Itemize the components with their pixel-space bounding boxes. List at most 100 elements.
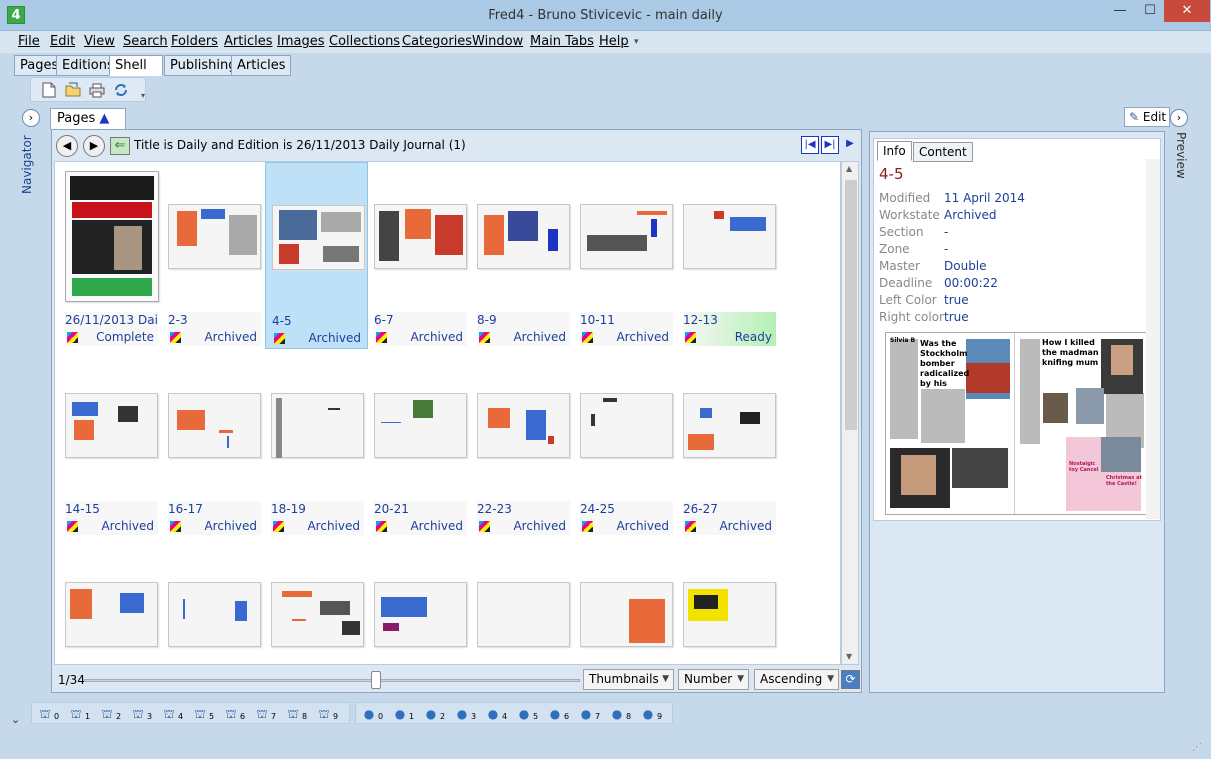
scrollbar-thumb[interactable] <box>845 180 857 430</box>
page-thumbnail[interactable] <box>271 582 364 647</box>
page-thumbnail[interactable] <box>272 205 365 270</box>
page-thumbnail[interactable] <box>168 204 261 269</box>
page-thumbnail[interactable] <box>374 393 467 458</box>
page-cell[interactable] <box>162 540 265 664</box>
page-cell[interactable]: 18-19 Archived <box>265 351 368 538</box>
zoom-slider-knob[interactable] <box>371 671 381 689</box>
scroll-down-icon[interactable]: ▼ <box>846 652 852 661</box>
page-cell[interactable]: 6-7 Archived <box>368 162 471 349</box>
menu-view[interactable]: View <box>84 34 115 49</box>
close-button[interactable]: ✕ <box>1164 0 1210 22</box>
sort-by-select[interactable]: Number ▼ <box>678 669 749 690</box>
pages-panel-tab[interactable]: Pages ▲ × <box>50 108 126 144</box>
menu-categories[interactable]: Categories <box>402 34 472 49</box>
globe-icon[interactable]: ● <box>610 707 624 721</box>
layout-shortcut-icon[interactable]: ⛫ <box>286 707 300 721</box>
page-cell[interactable]: 22-23 Archived <box>471 351 574 538</box>
page-cell[interactable]: 26/11/2013 Daily J Complete <box>59 162 162 349</box>
layout-shortcut-icon[interactable]: ⛫ <box>317 707 331 721</box>
tab-shell[interactable]: Shell × <box>109 55 163 91</box>
layout-shortcut-icon[interactable]: ⛫ <box>255 707 269 721</box>
page-thumbnail[interactable] <box>374 204 467 269</box>
menu-overflow-icon[interactable]: ▾ <box>634 37 639 47</box>
minimize-button[interactable]: — <box>1104 0 1136 22</box>
page-cell[interactable] <box>265 540 368 664</box>
layout-shortcut-icon[interactable]: ⛫ <box>100 707 114 721</box>
page-cell[interactable] <box>368 540 471 664</box>
menu-window[interactable]: Window <box>472 34 523 49</box>
menu-images[interactable]: Images <box>277 34 325 49</box>
navigator-label[interactable]: Navigator <box>20 135 42 195</box>
page-thumbnail[interactable] <box>683 393 776 458</box>
tab-articles[interactable]: Articles <box>231 55 292 76</box>
navigator-expand-button[interactable]: › <box>22 109 40 127</box>
page-cell[interactable]: 4-5 Archived <box>265 162 368 349</box>
globe-icon[interactable]: ● <box>579 707 593 721</box>
page-cell[interactable]: 8-9 Archived <box>471 162 574 349</box>
menu-articles[interactable]: Articles <box>224 34 272 49</box>
info-scrollbar[interactable] <box>1146 159 1160 519</box>
toolbar-overflow-icon[interactable]: ▾ <box>135 88 151 104</box>
layout-shortcut-icon[interactable]: ⛫ <box>131 707 145 721</box>
refresh-grid-button[interactable]: ⟳ <box>841 670 860 689</box>
menu-folders[interactable]: Folders <box>171 34 218 49</box>
resize-grip-icon[interactable]: ⋰ <box>1192 742 1202 753</box>
globe-icon[interactable]: ● <box>517 707 531 721</box>
view-mode-select[interactable]: Thumbnails ▼ <box>583 669 674 690</box>
page-cell[interactable]: 26-27 Archived <box>677 351 780 538</box>
preview-expand-button[interactable]: › <box>1170 109 1188 127</box>
page-cell[interactable] <box>59 540 162 664</box>
layout-shortcut-icon[interactable]: ⛫ <box>193 707 207 721</box>
page-cell[interactable]: 14-15 Archived <box>59 351 162 538</box>
vertical-scrollbar[interactable]: ▲ ▼ <box>841 161 859 665</box>
page-cell[interactable]: 2-3 Archived <box>162 162 265 349</box>
menu-main-tabs[interactable]: Main Tabs <box>530 34 594 49</box>
page-thumbnail[interactable] <box>477 204 570 269</box>
page-cell[interactable]: 24-25 Archived <box>574 351 677 538</box>
page-cell[interactable]: 12-13 Ready <box>677 162 780 349</box>
layout-shortcut-icon[interactable]: ⛫ <box>69 707 83 721</box>
page-thumbnail[interactable] <box>271 393 364 458</box>
edit-button[interactable]: ✎ Edit <box>1124 107 1170 127</box>
page-cell[interactable] <box>471 540 574 664</box>
back-button[interactable]: ◀ <box>56 135 78 157</box>
page-thumbnail[interactable] <box>580 582 673 647</box>
page-thumbnail[interactable] <box>477 582 570 647</box>
page-thumbnail[interactable] <box>65 393 158 458</box>
page-thumbnail[interactable] <box>65 171 159 302</box>
layout-shortcut-icon[interactable]: ⛫ <box>38 707 52 721</box>
globe-icon[interactable]: ● <box>393 707 407 721</box>
tab-content[interactable]: Content <box>913 142 973 162</box>
open-folder-icon[interactable] <box>65 82 81 98</box>
page-thumbnail[interactable] <box>477 393 570 458</box>
page-thumbnail[interactable] <box>168 582 261 647</box>
preview-label[interactable]: Preview <box>1170 132 1188 192</box>
page-thumbnail[interactable] <box>580 393 673 458</box>
layout-shortcut-icon[interactable]: ⛫ <box>224 707 238 721</box>
maximize-button[interactable]: ☐ <box>1134 0 1166 22</box>
page-cell[interactable]: 20-21 Archived <box>368 351 471 538</box>
menu-edit[interactable]: Edit <box>50 34 75 49</box>
next-page-icon[interactable]: ▶| <box>821 136 839 154</box>
menu-help[interactable]: Help <box>599 34 629 49</box>
page-thumbnail[interactable] <box>683 204 776 269</box>
page-thumbnail[interactable] <box>580 204 673 269</box>
filter-arrow-icon[interactable]: ⇐ <box>110 137 130 155</box>
play-icon[interactable]: ▶ <box>841 136 859 154</box>
menu-collections[interactable]: Collections <box>329 34 400 49</box>
globe-icon[interactable]: ● <box>548 707 562 721</box>
new-document-icon[interactable] <box>41 82 57 98</box>
page-cell[interactable]: 10-11 Archived <box>574 162 677 349</box>
page-thumbnail[interactable] <box>168 393 261 458</box>
zoom-slider-track[interactable] <box>84 679 580 682</box>
page-cell[interactable]: 16-17 Archived <box>162 351 265 538</box>
layout-shortcut-icon[interactable]: ⛫ <box>162 707 176 721</box>
page-thumbnail[interactable] <box>65 582 158 647</box>
menu-search[interactable]: Search <box>123 34 168 49</box>
tab-info[interactable]: Info <box>877 141 912 161</box>
scroll-up-icon[interactable]: ▲ <box>846 164 852 173</box>
menu-file[interactable]: File <box>18 34 40 49</box>
page-thumbnail[interactable] <box>683 582 776 647</box>
forward-button[interactable]: ▶ <box>83 135 105 157</box>
globe-icon[interactable]: ● <box>486 707 500 721</box>
